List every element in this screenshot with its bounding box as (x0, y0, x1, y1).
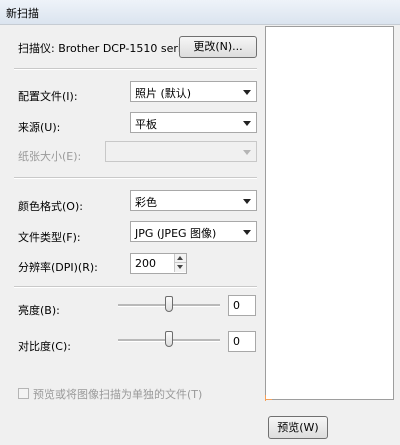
color-format-label: 颜色格式(O): (18, 200, 83, 213)
file-type-value: JPG (JPEG 图像) (135, 227, 217, 240)
chevron-down-icon (243, 121, 251, 126)
chevron-down-icon (243, 199, 251, 204)
divider (14, 68, 257, 70)
chevron-down-icon (243, 150, 251, 155)
contrast-value: 0 (233, 335, 240, 348)
slider-thumb[interactable] (165, 331, 173, 347)
slider-thumb[interactable] (165, 296, 173, 312)
stepper-up-button[interactable] (174, 254, 186, 263)
title-bar: 新扫描 (0, 0, 400, 25)
scanner-label: 扫描仪: Brother DCP-1510 series (18, 42, 194, 55)
preview-button[interactable]: 预览(W) (268, 416, 328, 439)
color-format-dropdown[interactable]: 彩色 (130, 190, 257, 211)
contrast-slider[interactable] (118, 330, 220, 350)
contrast-label: 对比度(C): (18, 340, 71, 353)
brightness-label: 亮度(B): (18, 304, 60, 317)
brightness-value: 0 (233, 299, 240, 312)
file-type-dropdown[interactable]: JPG (JPEG 图像) (130, 221, 257, 242)
resolution-label: 分辨率(DPI)(R): (18, 261, 98, 274)
separate-files-checkbox[interactable] (18, 388, 29, 399)
divider (14, 286, 257, 288)
arrow-down-icon (177, 265, 183, 269)
color-format-value: 彩色 (135, 196, 157, 209)
arrow-up-icon (177, 256, 183, 260)
profile-dropdown[interactable]: 照片 (默认) (130, 81, 257, 102)
brightness-slider[interactable] (118, 295, 220, 315)
chevron-down-icon (243, 90, 251, 95)
source-value: 平板 (135, 118, 157, 131)
window-title: 新扫描 (6, 7, 39, 20)
change-scanner-button[interactable]: 更改(N)... (179, 36, 257, 58)
chevron-down-icon (243, 230, 251, 235)
profile-value: 照片 (默认) (135, 87, 192, 100)
resolution-value: 200 (135, 257, 156, 270)
contrast-input[interactable]: 0 (228, 331, 256, 352)
brightness-input[interactable]: 0 (228, 295, 256, 316)
paper-size-label: 纸张大小(E): (18, 150, 82, 163)
separate-files-label: 预览或将图像扫描为单独的文件(T) (33, 388, 203, 401)
resolution-stepper[interactable]: 200 (130, 253, 187, 274)
source-label: 来源(U): (18, 121, 61, 134)
corner-marker (266, 399, 272, 400)
paper-size-dropdown (105, 141, 257, 162)
scan-preview-area (265, 26, 394, 400)
stepper-down-button[interactable] (174, 263, 186, 272)
profile-label: 配置文件(I): (18, 90, 78, 103)
corner-marker (265, 395, 266, 401)
divider (14, 177, 257, 179)
file-type-label: 文件类型(F): (18, 231, 81, 244)
source-dropdown[interactable]: 平板 (130, 112, 257, 133)
